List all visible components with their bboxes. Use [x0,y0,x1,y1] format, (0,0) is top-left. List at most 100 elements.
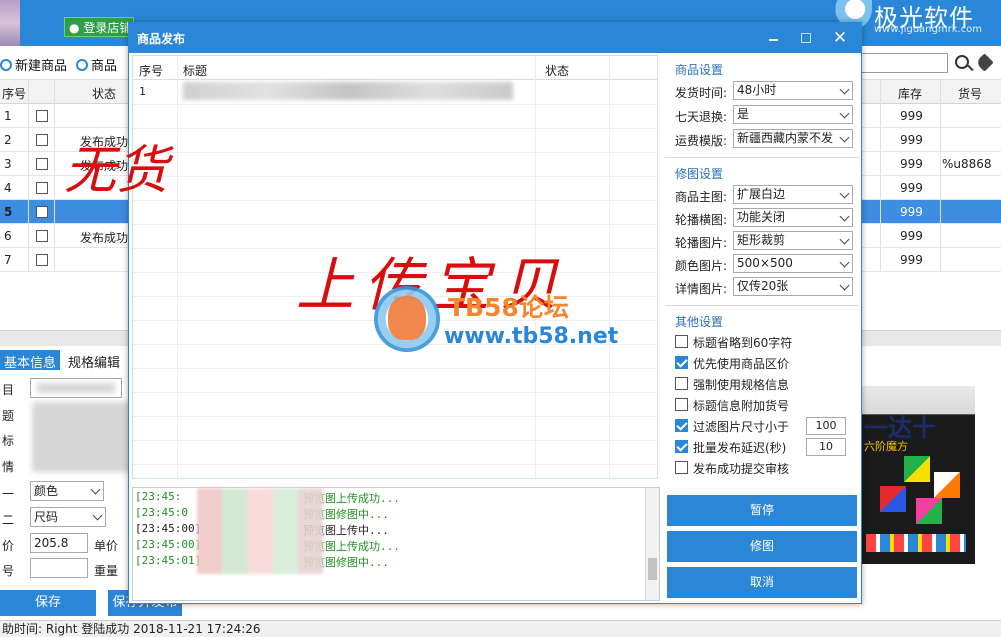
row-num: 4 [4,181,12,195]
field-label-price: 价 [2,539,15,553]
row-stock: 999 [900,133,923,147]
category-field[interactable] [30,378,122,398]
list-gridline [133,392,657,393]
image-settings-title: 修图设置 [675,167,724,181]
row-checkbox[interactable] [36,182,48,194]
close-icon[interactable]: ✕ [829,27,851,49]
checkbox[interactable] [675,377,688,390]
setting-label: 商品主图: [675,190,728,204]
setting-main-image: 商品主图: 扩展白边 [675,185,855,205]
product-image[interactable]: 一达十 六阶魔方 [860,386,975,564]
option-label: 优先使用商品区价 [693,357,790,371]
log-scroll-thumb[interactable] [648,558,657,580]
setting-color-image: 颜色图片: 500×500 [675,254,855,274]
option-label: 发布成功提交审核 [693,462,790,476]
col-code[interactable]: 货号 [958,85,982,102]
row-num: 1 [4,109,12,123]
row-stock: 999 [900,181,923,195]
grid-divider [28,80,29,272]
filter-size-input[interactable]: 100 [806,417,846,435]
minimize-icon[interactable] [763,27,785,49]
log-time: [23:45:00] [135,538,202,551]
avatar[interactable] [0,0,20,46]
option-force-spec[interactable]: 强制使用规格信息 [675,375,855,393]
search-input[interactable] [858,53,948,73]
checkbox-checked[interactable] [675,356,688,369]
row-checkbox[interactable] [36,110,48,122]
batch-delay-input[interactable]: 10 [806,438,846,456]
search-icon[interactable] [955,55,969,69]
option-batch-delay[interactable]: 批量发布延迟(秒) 10 [675,438,855,456]
spec1-select[interactable]: 颜色 [30,481,104,501]
field-label-tag: 标 [2,434,15,448]
product-menu-button[interactable]: 商品 [76,55,117,74]
row-checkbox[interactable] [36,134,48,146]
checkbox[interactable] [675,398,688,411]
row-stock: 999 [900,157,923,171]
field-label-detail: 情 [2,460,15,474]
ship-time-select[interactable]: 48小时 [733,81,853,100]
checkbox-checked[interactable] [675,440,688,453]
row-checkbox[interactable] [36,206,48,218]
spec2-select[interactable]: 尺码 [30,507,106,527]
maximize-icon[interactable] [795,27,817,49]
detail-image-select[interactable]: 仅传20张 [733,277,853,296]
publish-log[interactable]: [23:45: 预览图上传成功... [23:45:0 预览图修图中... [2… [132,487,660,601]
user-icon: ● [69,21,80,35]
row-num: 6 [4,229,12,243]
chevron-down-icon [839,234,850,245]
chevron-down-icon [839,280,850,291]
retouch-button[interactable]: 修图 [667,531,857,562]
select-value: 扩展白边 [737,187,786,201]
select-value: 48小时 [737,83,777,97]
option-title-truncate[interactable]: 标题省略到60字符 [675,333,855,351]
code-input[interactable] [30,558,88,578]
blurred-title [183,82,513,100]
checkbox[interactable] [675,335,688,348]
cancel-button[interactable]: 取消 [667,567,857,598]
option-label: 过滤图片尺寸小于 [693,420,790,434]
new-product-icon [0,59,12,71]
option-title-append-code[interactable]: 标题信息附加货号 [675,396,855,414]
list-gridline [133,368,657,369]
list-col-title[interactable]: 标题 [183,62,207,79]
carousel-wide-select[interactable]: 功能关闭 [733,208,853,227]
price-input[interactable]: 205.8 [30,533,88,553]
col-status[interactable]: 状态 [92,85,116,102]
row-checkbox[interactable] [36,158,48,170]
col-num[interactable]: 序号 [2,85,26,102]
list-gridline [133,464,657,465]
login-shop-label: 登录店铺 [83,21,132,35]
list-col-num[interactable]: 序号 [139,62,163,79]
save-button[interactable]: 保存 [0,590,96,616]
checkbox[interactable] [675,461,688,474]
log-scrollbar[interactable] [645,488,659,600]
shipping-template-select[interactable]: 新疆西藏内蒙不发 [733,129,853,148]
setting-ship-time: 发货时间: 48小时 [675,81,855,101]
tab-basic-info[interactable]: 基本信息 [0,350,61,371]
col-stock[interactable]: 库存 [898,85,922,102]
main-image-select[interactable]: 扩展白边 [733,185,853,204]
new-product-button[interactable]: 新建商品 [0,55,67,74]
color-image-select[interactable]: 500×500 [733,254,853,273]
chevron-down-icon [839,84,850,95]
tab-spec-edit[interactable]: 规格编辑 [64,350,124,371]
list-col-status[interactable]: 状态 [545,62,569,79]
dialog-titlebar[interactable]: 商品发布 ✕ [129,23,861,53]
row-num: 7 [4,253,12,267]
list-gridline [133,440,657,441]
checkbox-checked[interactable] [675,419,688,432]
login-shop-button[interactable]: ● 登录店铺 [64,17,134,37]
return-select[interactable]: 是 [733,105,853,124]
row-checkbox[interactable] [36,230,48,242]
option-submit-review[interactable]: 发布成功提交审核 [675,459,855,477]
pause-button[interactable]: 暂停 [667,495,857,526]
option-prefer-range-price[interactable]: 优先使用商品区价 [675,354,855,372]
carousel-image-select[interactable]: 矩形裁剪 [733,231,853,250]
option-filter-image-size[interactable]: 过滤图片尺寸小于 100 [675,417,855,435]
chevron-down-icon [839,132,850,143]
row-checkbox[interactable] [36,254,48,266]
chevron-down-icon [839,188,850,199]
cube-icon [934,472,960,498]
cube-row-icon [866,534,966,552]
